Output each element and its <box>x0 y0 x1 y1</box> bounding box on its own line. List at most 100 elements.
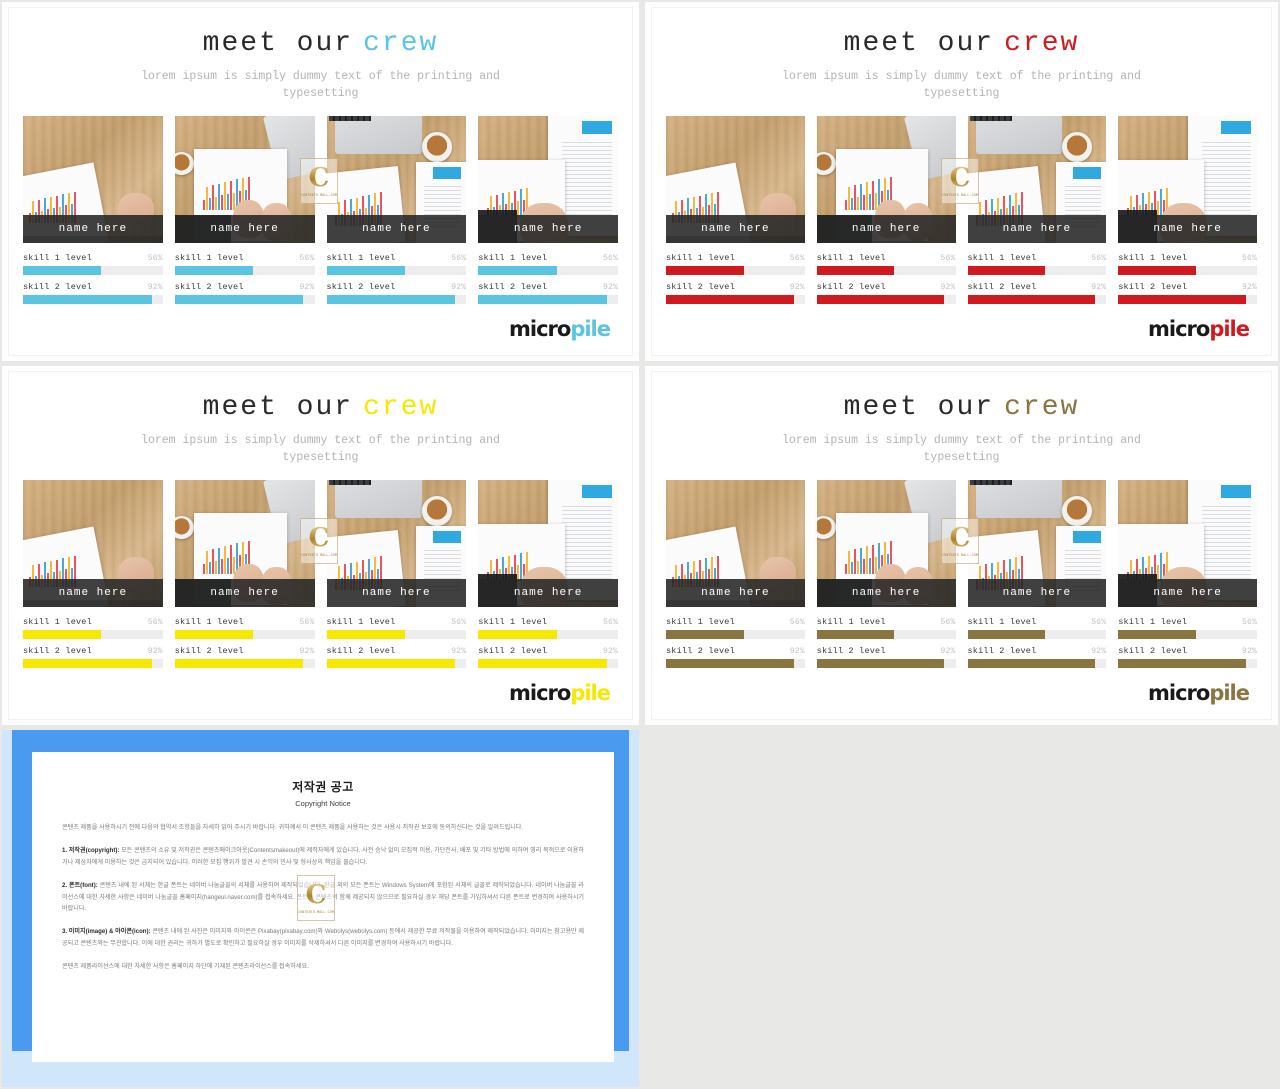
skill-header: skill 1 level 56% <box>478 617 618 627</box>
crew-card[interactable]: name here skill 1 level 56% skill 2 level 92… <box>967 116 1107 311</box>
skill-progress-track <box>326 659 467 669</box>
skill-progress-fill <box>1118 266 1196 276</box>
crew-photo: name here <box>23 116 163 244</box>
skill-percent: 56% <box>1091 254 1107 264</box>
logo-accent-text: pile <box>570 681 611 705</box>
crew-name-label: name here <box>1118 215 1257 244</box>
page-title: meet our crew <box>9 392 632 423</box>
skill-list: skill 1 level 56% skill 2 level 92% <box>1118 253 1257 305</box>
skill-header: skill 2 level 92% <box>817 646 956 656</box>
crew-photo: name here <box>1118 480 1257 608</box>
skill-progress-track <box>666 630 805 640</box>
skill-progress-track <box>478 630 618 640</box>
crew-card[interactable]: name here skill 1 level 56% skill 2 level 92… <box>1118 480 1257 675</box>
copyright-panel[interactable]: 저작권 공고 Copyright Notice 콘텐츠 제품을 사용하시기 전에… <box>2 730 639 1087</box>
skill-row: skill 2 level 92% <box>174 646 315 669</box>
skill-header: skill 2 level 92% <box>968 646 1107 656</box>
skill-row: skill 2 level 92% <box>326 282 467 305</box>
skill-header: skill 1 level 56% <box>1118 253 1257 263</box>
crew-card[interactable]: name here skill 1 level 56% skill 2 level 92… <box>326 480 467 675</box>
skill-row: skill 1 level 56% <box>967 253 1107 276</box>
skill-label: skill 1 level <box>478 253 548 264</box>
skill-percent: 56% <box>940 254 956 264</box>
crew-name-label: name here <box>816 215 956 244</box>
skill-progress-fill <box>174 266 253 276</box>
crew-card[interactable]: name here skill 1 level 56% skill 2 level 92… <box>326 116 467 311</box>
skill-progress-fill <box>666 295 794 305</box>
skill-header: skill 1 level 56% <box>817 253 956 263</box>
page-title: meet our crew <box>9 28 632 59</box>
copyright-sheet: 저작권 공고 Copyright Notice 콘텐츠 제품을 사용하시기 전에… <box>32 752 614 1062</box>
copyright-section: 2. 폰트(font): 콘텐츠 내에 된 서체는 한글 폰트는 네이버 나눔글… <box>62 880 584 916</box>
skill-row: skill 2 level 92% <box>666 646 805 669</box>
crew-name-label: name here <box>23 215 163 244</box>
screenshot-root: meet our crew lorem ipsum is simply dummy… <box>0 0 1280 1089</box>
crew-card[interactable]: name here skill 1 level 56% skill 2 level 92… <box>478 480 618 675</box>
logo-accent-text: pile <box>1209 681 1250 705</box>
skill-header: skill 2 level 92% <box>327 646 467 656</box>
skill-header: skill 1 level 56% <box>666 253 805 263</box>
crew-name-label: name here <box>23 579 163 608</box>
skill-row: skill 2 level 92% <box>666 282 805 305</box>
title-accent: crew <box>1004 392 1080 423</box>
skill-label: skill 1 level <box>666 617 735 628</box>
copyright-section-heading: 2. 폰트(font): <box>62 881 98 889</box>
copyright-section-body: 콘텐츠 내에 된 서체는 한글 폰트는 네이버 나눔글꼴의 서체를 사용하여 제… <box>62 881 584 913</box>
skill-header: skill 2 level 92% <box>817 282 956 292</box>
crew-photo: name here <box>967 480 1107 608</box>
skill-header: skill 2 level 92% <box>1118 646 1257 656</box>
skill-row: skill 1 level 56% <box>816 253 956 276</box>
skill-list: skill 1 level 56% skill 2 level 92% <box>816 617 956 669</box>
crew-card[interactable]: name here skill 1 level 56% skill 2 level 92… <box>23 116 163 311</box>
brand-logo: micropile <box>509 317 611 341</box>
skill-progress-fill <box>816 295 945 305</box>
skill-percent: 92% <box>299 647 315 657</box>
skill-percent: 92% <box>1241 647 1257 657</box>
skill-percent: 92% <box>451 283 467 293</box>
skill-row: skill 2 level 92% <box>816 282 956 305</box>
skill-progress-track <box>174 630 315 640</box>
skill-row: skill 1 level 56% <box>174 253 315 276</box>
skill-progress-fill <box>967 659 1096 669</box>
skill-progress-track <box>478 266 618 276</box>
crew-card[interactable]: name here skill 1 level 56% skill 2 level 92… <box>23 480 163 675</box>
crew-card[interactable]: name here skill 1 level 56% skill 2 level 92… <box>666 116 805 311</box>
slide-panel-blue[interactable]: meet our crew lorem ipsum is simply dummy… <box>2 2 639 361</box>
slide-panel-yellow[interactable]: meet our crew lorem ipsum is simply dummy… <box>2 366 639 725</box>
slide-panel-brown[interactable]: meet our crew lorem ipsum is simply dummy… <box>645 366 1278 725</box>
brand-logo: micropile <box>1148 681 1250 705</box>
skill-list: skill 1 level 56% skill 2 level 92% <box>174 617 315 669</box>
skill-progress-track <box>1118 659 1257 669</box>
skill-header: skill 2 level 92% <box>23 282 163 292</box>
skill-percent: 56% <box>1091 618 1107 628</box>
crew-card[interactable]: name here skill 1 level 56% skill 2 level 92… <box>816 480 956 675</box>
skill-progress-track <box>816 295 956 305</box>
skill-progress-track <box>967 295 1107 305</box>
skill-percent: 56% <box>1241 618 1257 628</box>
slide-panel-red[interactable]: meet our crew lorem ipsum is simply dummy… <box>645 2 1278 361</box>
crew-card[interactable]: name here skill 1 level 56% skill 2 level 92… <box>174 480 315 675</box>
skill-row: skill 2 level 92% <box>1118 282 1257 305</box>
skill-header: skill 1 level 56% <box>327 253 467 263</box>
title-main: meet our <box>202 28 354 59</box>
crew-photo: name here <box>174 116 315 244</box>
skill-percent: 56% <box>789 618 805 628</box>
crew-card[interactable]: name here skill 1 level 56% skill 2 level 92… <box>1118 116 1257 311</box>
crew-card[interactable]: name here skill 1 level 56% skill 2 level 92… <box>967 480 1107 675</box>
logo-dark-text: micro <box>1148 681 1210 705</box>
crew-card[interactable]: name here skill 1 level 56% skill 2 level 92… <box>174 116 315 311</box>
skill-progress-track <box>816 630 956 640</box>
crew-card[interactable]: name here skill 1 level 56% skill 2 level 92… <box>478 116 618 311</box>
skill-label: skill 2 level <box>666 282 735 293</box>
slide-content: meet our crew lorem ipsum is simply dummy… <box>652 372 1271 719</box>
skill-row: skill 2 level 92% <box>23 646 163 669</box>
crew-name-label: name here <box>174 215 315 244</box>
title-accent: crew <box>363 28 439 59</box>
skill-progress-fill <box>816 630 895 640</box>
crew-card[interactable]: name here skill 1 level 56% skill 2 level 92… <box>816 116 956 311</box>
skill-percent: 92% <box>940 647 956 657</box>
crew-photo: name here <box>174 480 315 608</box>
page-subtitle: lorem ipsum is simply dummy text of the … <box>782 70 1141 100</box>
crew-card[interactable]: name here skill 1 level 56% skill 2 level 92… <box>666 480 805 675</box>
skill-label: skill 1 level <box>478 617 548 628</box>
